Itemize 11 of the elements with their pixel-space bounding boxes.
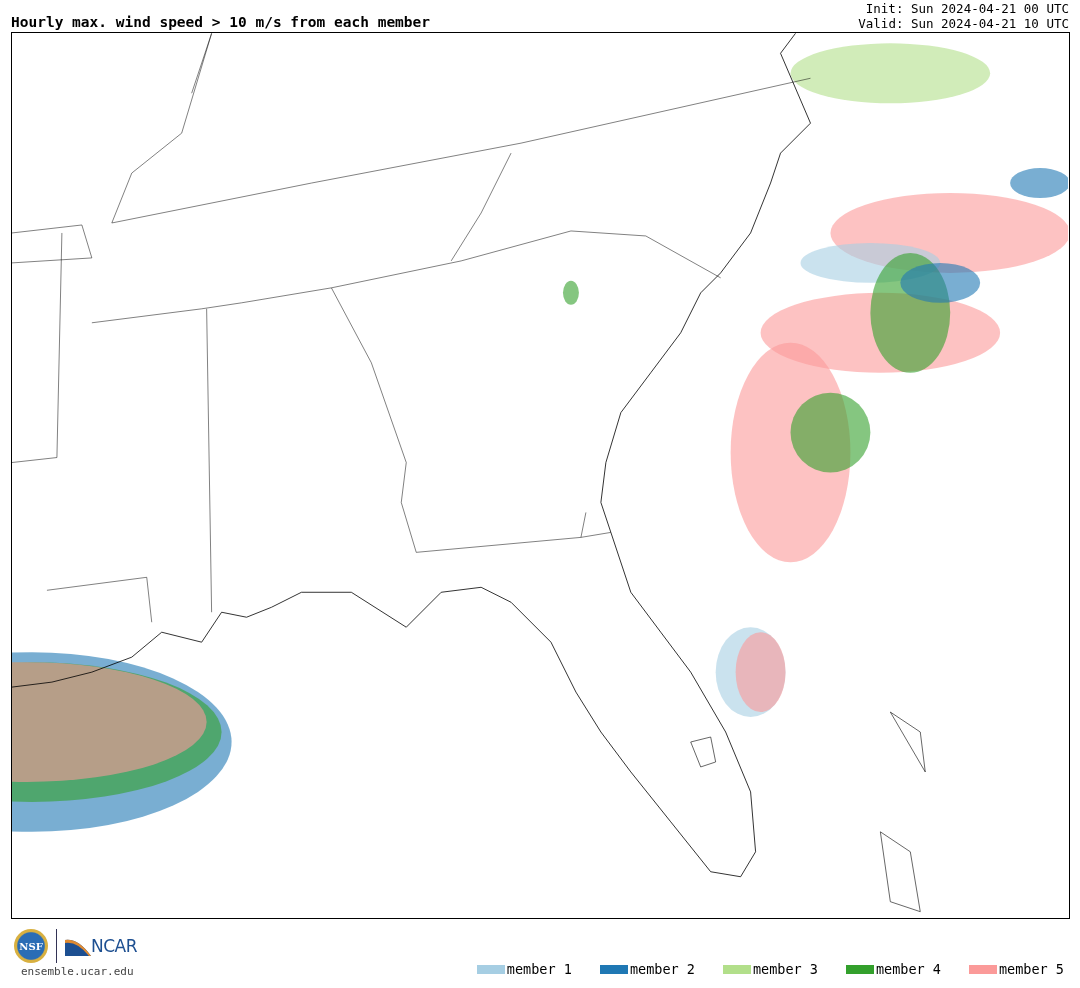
legend-label: member 5 [998,961,1064,977]
site-url: ensemble.ucar.edu [20,965,135,978]
valid-time: Valid: Sun 2024-04-21 10 UTC [858,16,1069,31]
chart-title: Hourly max. wind speed > 10 m/s from each member [11,14,431,31]
init-time: Init: Sun 2024-04-21 00 UTC [865,1,1069,16]
legend-label: member 3 [752,961,818,977]
legend-label: member 2 [629,961,695,977]
ncar-logo: NCAR [65,936,138,956]
nsf-logo: NSF [14,929,48,963]
legend-label: member 4 [875,961,941,977]
legend-label: member 1 [506,961,572,977]
